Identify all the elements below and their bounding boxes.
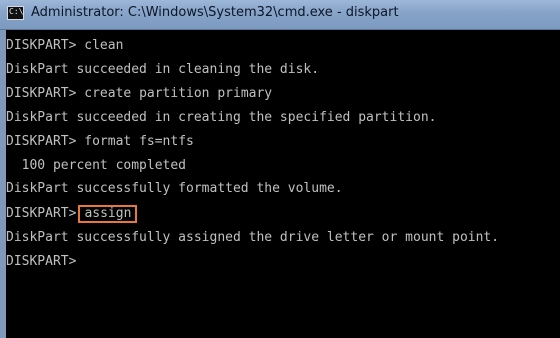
window-title: Administrator: C:\Windows\System32\cmd.e… bbox=[31, 5, 399, 20]
prompt: DISKPART> bbox=[6, 86, 85, 101]
cmd-window: C:\ Administrator: C:\Windows\System32\c… bbox=[0, 0, 560, 338]
command-text: create partition primary bbox=[84, 86, 273, 101]
console-line: DISKPART> format fs=ntfs bbox=[6, 133, 194, 151]
prompt: DISKPART> bbox=[6, 254, 77, 269]
prompt: DISKPART> bbox=[6, 134, 85, 149]
command-text: format fs=ntfs bbox=[84, 134, 194, 149]
console-line: DISKPART> clean bbox=[6, 37, 123, 55]
console-line: 100 percent completed bbox=[6, 158, 187, 173]
console-line: DiskPart successfully formatted the volu… bbox=[6, 181, 343, 196]
prompt: DISKPART> bbox=[6, 206, 77, 221]
console-line: DiskPart successfully assigned the drive… bbox=[6, 230, 500, 245]
console-output[interactable]: DISKPART> clean DiskPart succeeded in cl… bbox=[0, 30, 560, 338]
title-bar[interactable]: C:\ Administrator: C:\Windows\System32\c… bbox=[0, 0, 560, 30]
console-line: DiskPart succeeded in cleaning the disk. bbox=[6, 62, 320, 77]
console-line: DISKPART> bbox=[6, 253, 76, 271]
cmd-icon-glyph: C:\ bbox=[9, 7, 24, 16]
prompt: DISKPART> bbox=[6, 38, 85, 53]
console-line: DiskPart succeeded in creating the speci… bbox=[6, 110, 437, 125]
command-text: clean bbox=[84, 38, 124, 53]
highlighted-command: assign bbox=[78, 205, 138, 223]
cmd-icon[interactable]: C:\ bbox=[7, 6, 24, 20]
console-line: DISKPART> create partition primary bbox=[6, 85, 272, 103]
console-line: DISKPART> assign bbox=[6, 205, 138, 223]
